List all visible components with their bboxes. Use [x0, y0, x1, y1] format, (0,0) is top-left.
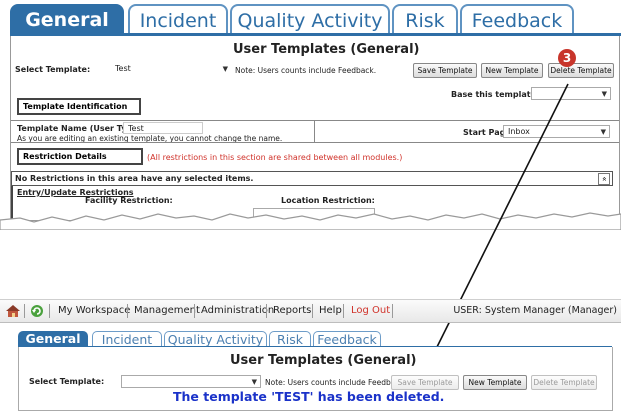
- tab-quality-activity[interactable]: Quality Activity: [230, 4, 390, 36]
- select-template-label: Select Template:: [15, 65, 91, 74]
- nav-separator: [343, 304, 344, 318]
- chevron-down-icon: ▼: [222, 65, 228, 73]
- nav-help[interactable]: Help: [319, 300, 342, 322]
- chevron-down-icon: ▼: [601, 90, 607, 98]
- top-nav-bar: My Workspace Management Administration R…: [0, 299, 621, 323]
- nav-my-workspace[interactable]: My Workspace: [58, 300, 130, 322]
- user-templates-panel: User Templates (General) Select Template…: [10, 36, 620, 221]
- tab-risk[interactable]: Risk: [392, 4, 458, 36]
- divider: [11, 142, 619, 143]
- restriction-details-header: Restriction Details: [17, 148, 143, 165]
- divider: [314, 120, 315, 142]
- tab-feedback[interactable]: Feedback: [460, 4, 574, 36]
- template-name-value: Test: [128, 124, 144, 133]
- nav-separator: [127, 304, 128, 318]
- template-identification-header: Template Identification: [17, 98, 141, 115]
- collapse-icon[interactable]: «: [598, 173, 610, 185]
- nav-reports[interactable]: Reports: [273, 300, 311, 322]
- nav-separator: [49, 304, 50, 318]
- nav-separator: [24, 304, 25, 318]
- no-restrictions-row: No Restrictions in this area have any se…: [11, 171, 613, 186]
- select-template-value: Test: [115, 64, 131, 73]
- nav-log-out[interactable]: Log Out: [351, 300, 390, 322]
- tab-incident[interactable]: Incident: [128, 4, 228, 36]
- users-count-note: Note: Users counts include Feedback.: [265, 378, 407, 387]
- users-count-note: Note: Users counts include Feedback.: [235, 66, 377, 75]
- nav-separator: [392, 304, 393, 318]
- tab-general[interactable]: General: [18, 331, 88, 347]
- bottom-tab-bar: General Incident Quality Activity Risk F…: [18, 331, 611, 348]
- base-template-dropdown[interactable]: ▼: [531, 87, 611, 100]
- divider: [11, 120, 619, 121]
- top-tab-bar: General Incident Quality Activity Risk F…: [10, 4, 621, 36]
- chevron-down-icon: ▼: [251, 378, 257, 386]
- select-template-label: Select Template:: [29, 377, 105, 386]
- user-templates-panel-after-delete: User Templates (General) Select Template…: [18, 347, 613, 411]
- delete-template-button[interactable]: Delete Template: [531, 375, 597, 390]
- nav-separator: [266, 304, 267, 318]
- deleted-message: The template 'TEST' has been deleted.: [173, 389, 445, 404]
- select-template-dropdown[interactable]: Test ▼: [111, 63, 231, 76]
- nav-administration[interactable]: Administration: [201, 300, 274, 322]
- delete-template-button[interactable]: Delete Template: [548, 63, 614, 78]
- select-template-dropdown[interactable]: ▼: [121, 375, 261, 388]
- step-badge: 3: [558, 49, 576, 67]
- nav-management[interactable]: Management: [134, 300, 200, 322]
- no-restrictions-text: No Restrictions in this area have any se…: [15, 174, 254, 183]
- user-info: USER: System Manager (Manager): [453, 305, 617, 316]
- chevron-down-icon: ▼: [600, 128, 606, 136]
- start-page-dropdown[interactable]: Inbox ▼: [503, 125, 610, 138]
- new-template-button[interactable]: New Template: [481, 63, 543, 78]
- panel-title: User Templates (General): [230, 353, 417, 368]
- nav-separator: [194, 304, 195, 318]
- location-restriction-label: Location Restriction:: [281, 196, 375, 205]
- torn-edge: [0, 212, 621, 230]
- nav-separator: [312, 304, 313, 318]
- restriction-note: (All restrictions in this section are sh…: [147, 153, 403, 162]
- home-icon[interactable]: [6, 304, 20, 318]
- template-name-field[interactable]: Test: [123, 122, 203, 134]
- save-template-button[interactable]: Save Template: [391, 375, 459, 390]
- start-page-value: Inbox: [508, 127, 530, 136]
- new-template-button[interactable]: New Template: [463, 375, 527, 390]
- panel-title: User Templates (General): [233, 42, 420, 57]
- refresh-icon[interactable]: [30, 304, 44, 318]
- save-template-button[interactable]: Save Template: [413, 63, 477, 78]
- facility-restriction-label: Facility Restriction:: [85, 196, 173, 205]
- tab-general[interactable]: General: [10, 4, 124, 36]
